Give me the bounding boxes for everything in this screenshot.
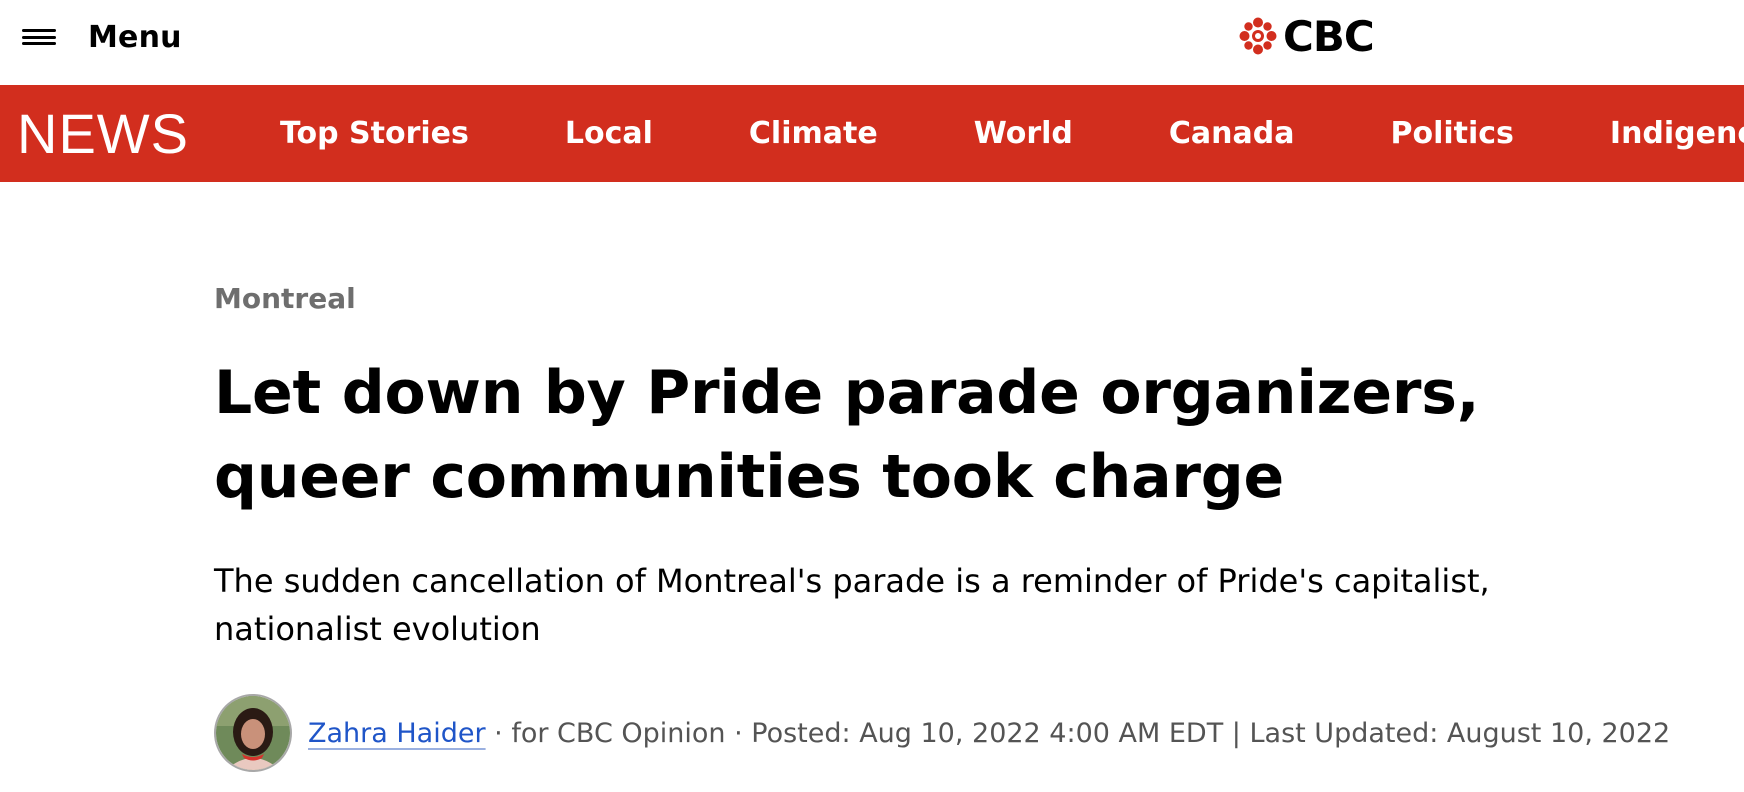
author-avatar[interactable]	[214, 694, 292, 772]
nav-item-indigenous[interactable]: Indigenous	[1610, 116, 1744, 151]
cbc-logo[interactable]: CBC	[1238, 11, 1375, 61]
section-label[interactable]: Montreal	[214, 282, 1614, 315]
news-logo[interactable]: NEWS	[17, 105, 189, 163]
nav-item-politics[interactable]: Politics	[1390, 116, 1513, 151]
nav-item-climate[interactable]: Climate	[749, 116, 878, 151]
cbc-gem-icon	[1239, 17, 1277, 55]
nav-item-top-stories[interactable]: Top Stories	[280, 116, 469, 151]
byline-meta: · for CBC Opinion · Posted: Aug 10, 2022…	[485, 717, 1671, 749]
avatar-image	[216, 696, 290, 770]
cbc-wordmark: CBC	[1283, 11, 1375, 61]
nav-items: Top Stories Local Climate World Canada P…	[280, 85, 1744, 182]
hamburger-icon[interactable]	[22, 24, 58, 50]
menu-button[interactable]: Menu	[22, 16, 182, 58]
menu-label: Menu	[88, 19, 182, 55]
headline: Let down by Pride parade organizers, que…	[214, 358, 1480, 512]
author-link[interactable]: Zahra Haider	[308, 718, 486, 749]
nav-item-world[interactable]: World	[974, 116, 1073, 151]
byline-text: Zahra Haider · for CBC Opinion · Posted:…	[308, 718, 1670, 749]
nav-item-canada[interactable]: Canada	[1169, 116, 1295, 151]
news-navbar: NEWS Top Stories Local Climate World Can…	[0, 85, 1744, 182]
article-deck: The sudden cancellation of Montreal's pa…	[214, 562, 1490, 648]
nav-item-local[interactable]: Local	[565, 116, 653, 151]
article-header: Montreal Let down by Pride parade organi…	[214, 282, 1670, 773]
byline: Zahra Haider · for CBC Opinion · Posted:…	[214, 693, 1670, 773]
top-bar: Menu CBC	[0, 0, 1744, 85]
